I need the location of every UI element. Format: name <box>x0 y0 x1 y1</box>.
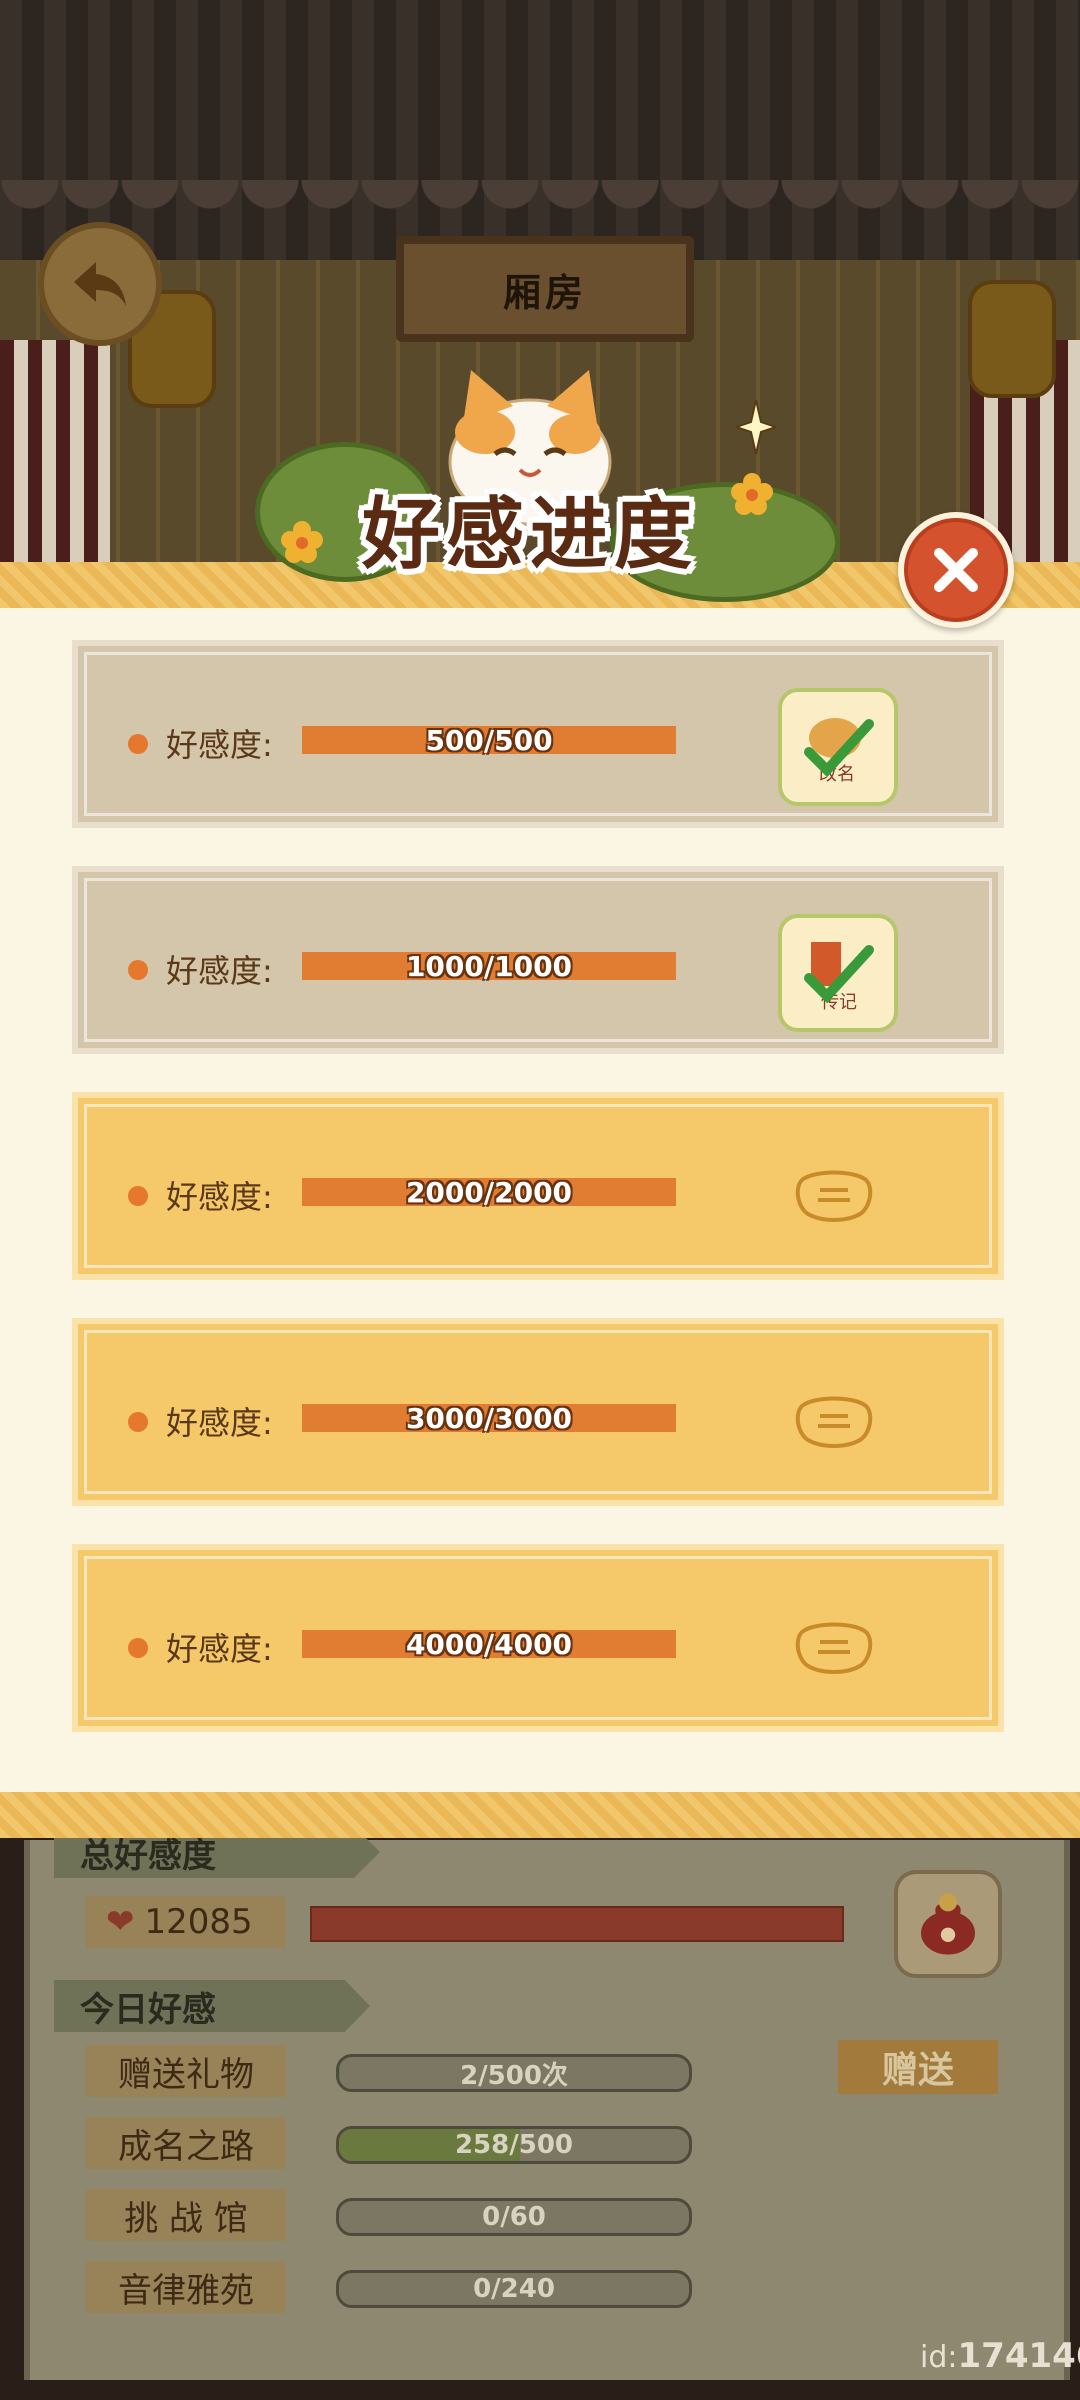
task-progress-bar: 0/60 <box>336 2198 692 2236</box>
task-progress-bar: 0/240 <box>336 2270 692 2308</box>
reward-token-icon[interactable] <box>794 1620 874 1676</box>
progress-row: 好感度: 4000/4000 <box>72 1544 1004 1732</box>
task-progress-bar: 2/500次 <box>336 2054 692 2092</box>
task-label: 赠送礼物 <box>86 2045 286 2097</box>
affection-progress-bar: 1000/1000 <box>302 950 676 983</box>
bullet-icon <box>128 1186 148 1206</box>
total-affection-bar <box>310 1906 844 1942</box>
total-affection-value-box: ❤ 12085 <box>86 1896 286 1948</box>
claimed-check-icon: 传记 <box>804 942 874 1013</box>
dialog-bottom-border <box>0 1792 1080 1838</box>
close-button[interactable] <box>898 512 1014 628</box>
room-title: 厢房 <box>396 236 694 342</box>
reward-biography-icon[interactable]: 传记 <box>778 914 898 1032</box>
affection-label: 好感度: <box>166 952 273 990</box>
bullet-icon <box>128 734 148 754</box>
user-id: id:174146 <box>920 2336 1080 2376</box>
bullet-icon <box>128 960 148 980</box>
progress-row: 好感度: 1000/1000 传记 <box>72 866 1004 1054</box>
affection-label: 好感度: <box>166 1630 273 1668</box>
reward-token-icon[interactable] <box>794 1168 874 1224</box>
today-affection-tab: 今日好感 <box>54 1980 370 2032</box>
gift-bag-button[interactable] <box>894 1870 1002 1978</box>
reward-rename-icon[interactable]: 改名 <box>778 688 898 806</box>
claimed-check-icon: 改名 <box>804 718 874 785</box>
gift-button[interactable]: 赠送 <box>838 2040 998 2094</box>
back-button[interactable] <box>38 222 162 346</box>
close-icon <box>934 548 978 592</box>
progress-row: 好感度: 3000/3000 <box>72 1318 1004 1506</box>
progress-row: 好感度: 500/500 改名 <box>72 640 1004 828</box>
affection-label: 好感度: <box>166 1178 273 1216</box>
progress-row: 好感度: 2000/2000 <box>72 1092 1004 1280</box>
bullet-icon <box>128 1412 148 1432</box>
lantern-icon <box>968 280 1056 398</box>
task-label: 成名之路 <box>86 2117 286 2169</box>
affection-progress-dialog: 好感度: 500/500 改名 好感度: 1000/1000 传记 好感度: 2 <box>0 562 1080 1838</box>
task-label: 挑 战 馆 <box>86 2189 286 2241</box>
task-label: 音律雅苑 <box>86 2261 286 2313</box>
bullet-icon <box>128 1638 148 1658</box>
back-arrow-icon <box>74 262 126 306</box>
gift-bag-icon <box>921 1893 975 1955</box>
reward-token-icon[interactable] <box>794 1394 874 1450</box>
pillar-left <box>0 340 110 570</box>
affection-progress-bar: 2000/2000 <box>302 1176 676 1209</box>
total-affection-value: 12085 <box>144 1902 253 1942</box>
heart-icon: ❤ <box>106 1902 135 1942</box>
affection-progress-bar: 500/500 <box>302 724 676 757</box>
dialog-title-badge: 好感进度 <box>250 362 840 612</box>
affection-progress-bar: 4000/4000 <box>302 1628 676 1661</box>
affection-progress-bar: 3000/3000 <box>302 1402 676 1435</box>
task-progress-bar: 258/500 <box>336 2126 692 2164</box>
dialog-title: 好感进度 <box>361 490 698 580</box>
affection-label: 好感度: <box>166 726 273 764</box>
sparkle-icon <box>736 400 776 454</box>
affection-label: 好感度: <box>166 1404 273 1442</box>
